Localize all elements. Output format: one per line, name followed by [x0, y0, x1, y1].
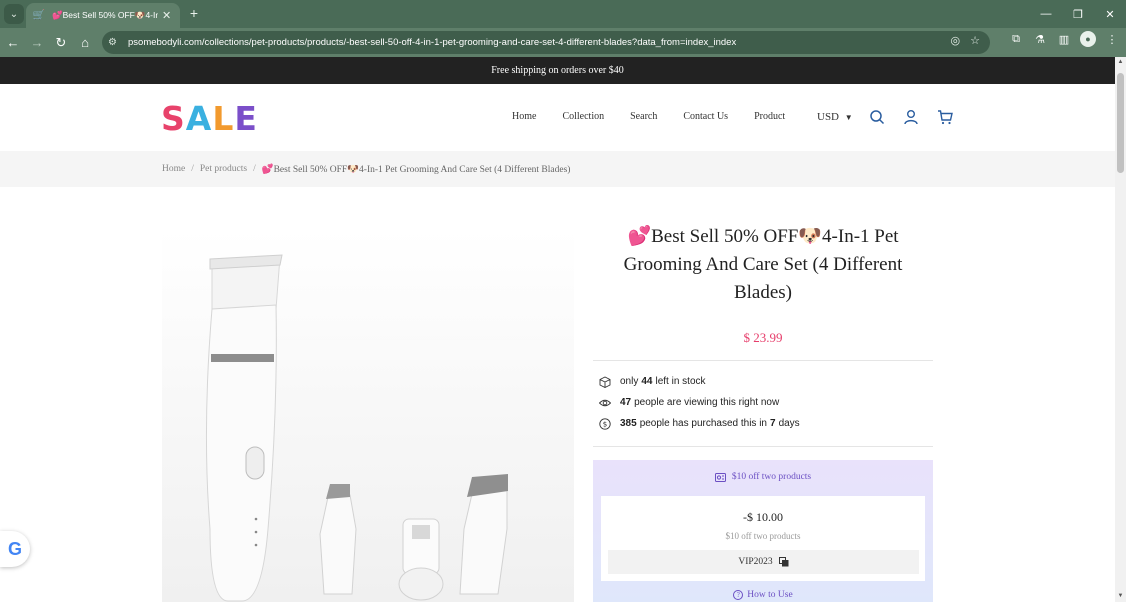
- home-icon[interactable]: ⌂: [74, 32, 96, 54]
- coupon-description: $10 off two products: [725, 531, 801, 541]
- eye-icon: [599, 399, 611, 406]
- purchased-suffix: days: [778, 418, 800, 429]
- help-circle-icon: ?: [733, 590, 744, 600]
- purchased-row: $ 385 people has purchased this in 7 day…: [599, 413, 927, 434]
- site-logo[interactable]: SALE: [161, 99, 258, 138]
- stock-suffix: left in stock: [655, 376, 706, 387]
- url-text[interactable]: psomebodyli.com/collections/pet-products…: [128, 37, 736, 48]
- caret-down-icon: ▼: [844, 113, 853, 122]
- stock-prefix: only: [620, 376, 639, 387]
- side-panel-icon[interactable]: ▥: [1056, 33, 1072, 46]
- box-icon: [599, 375, 611, 388]
- stock-info: only 44 left in stock 47 people are view…: [593, 361, 933, 440]
- minimize-icon[interactable]: —: [1030, 0, 1062, 28]
- ticket-icon: [714, 472, 726, 482]
- forward-icon[interactable]: →: [26, 32, 48, 54]
- cart-favicon-icon: 🛒: [32, 10, 46, 21]
- currency-selector[interactable]: USD ▼: [817, 111, 853, 123]
- logo-letter: S: [161, 99, 186, 138]
- reload-icon[interactable]: ↻: [50, 32, 72, 54]
- page-viewport: Free shipping on orders over $40 SALE Ho…: [0, 57, 1115, 602]
- extensions-icon[interactable]: ⧉: [1008, 33, 1024, 46]
- profile-avatar-icon[interactable]: ●: [1080, 31, 1096, 47]
- breadcrumb-home[interactable]: Home: [162, 164, 185, 174]
- announcement-bar: Free shipping on orders over $40: [0, 57, 1115, 84]
- header-icons: [869, 109, 953, 125]
- nav-home[interactable]: Home: [512, 111, 536, 122]
- coupon-amount: -$ 10.00: [743, 510, 783, 524]
- cart-icon[interactable]: [937, 109, 953, 125]
- bookmark-star-icon[interactable]: ☆: [970, 34, 980, 47]
- menu-icon[interactable]: ⋮: [1104, 33, 1120, 46]
- grooming-set-illustration: [205, 254, 508, 602]
- product-image[interactable]: [162, 229, 574, 602]
- page-scrollbar[interactable]: ▲ ▼: [1115, 57, 1126, 602]
- product-info: 💕Best Sell 50% OFF🐶4-In-1 Pet Grooming A…: [593, 223, 933, 447]
- new-tab-icon[interactable]: +: [186, 5, 202, 21]
- coupon-header: $10 off two products: [593, 460, 933, 482]
- purchased-middle: people has purchased this in: [639, 418, 767, 429]
- account-icon[interactable]: [903, 109, 919, 125]
- close-icon[interactable]: ✕: [162, 9, 171, 22]
- nav-product[interactable]: Product: [754, 111, 785, 122]
- site-header: SALE Home Collection Search Contact Us P…: [0, 84, 1115, 151]
- tab-list-icon[interactable]: ⌄: [4, 4, 24, 24]
- nav-collection[interactable]: Collection: [562, 111, 604, 122]
- eye-off-icon[interactable]: ◎: [951, 34, 961, 47]
- svg-text:$: $: [603, 420, 607, 428]
- coupon-code: VIP2023: [738, 557, 773, 567]
- logo-letter: E: [234, 99, 258, 138]
- browser-tab-bar: ⌄ 🛒 💕Best Sell 50% OFF🐶4-In-1 ✕ + — ❐ ✕: [0, 0, 1126, 28]
- site-info-icon[interactable]: ⚙: [108, 37, 126, 48]
- scrollbar-thumb[interactable]: [1117, 73, 1124, 173]
- how-to-use-link[interactable]: ? How to Use: [593, 590, 933, 600]
- tab-title: 💕Best Sell 50% OFF🐶4-In-1: [52, 10, 158, 20]
- coupon-card: -$ 10.00 $10 off two products VIP2023: [601, 496, 925, 581]
- google-translate-icon[interactable]: G: [0, 531, 30, 567]
- stock-row: only 44 left in stock: [599, 371, 927, 392]
- dollar-circle-icon: $: [599, 417, 611, 430]
- breadcrumb-separator: /: [253, 164, 256, 174]
- stock-count: 44: [641, 376, 653, 387]
- window-controls: — ❐ ✕: [1030, 0, 1126, 28]
- lab-icon[interactable]: ⚗: [1032, 33, 1048, 46]
- viewing-suffix: people are viewing this right now: [634, 397, 780, 408]
- restore-icon[interactable]: ❐: [1062, 0, 1094, 28]
- divider: [593, 446, 933, 447]
- toolbar-actions: ⧉ ⚗ ▥ ● ⋮: [1008, 31, 1120, 47]
- coupon-code-box[interactable]: VIP2023: [608, 550, 919, 574]
- product-title: 💕Best Sell 50% OFF🐶4-In-1 Pet Grooming A…: [623, 226, 903, 303]
- viewing-count: 47: [620, 397, 632, 408]
- product-price: $ 23.99: [743, 330, 783, 345]
- breadcrumb-separator: /: [191, 164, 194, 174]
- currency-label: USD: [817, 111, 840, 123]
- search-icon[interactable]: [869, 109, 885, 125]
- copy-icon[interactable]: [778, 557, 789, 567]
- how-to-use-label: How to Use: [747, 590, 793, 600]
- browser-tab[interactable]: 🛒 💕Best Sell 50% OFF🐶4-In-1 ✕: [26, 3, 180, 28]
- window-close-icon[interactable]: ✕: [1094, 0, 1126, 28]
- logo-letter: A: [185, 99, 213, 138]
- main-nav: Home Collection Search Contact Us Produc…: [512, 111, 785, 122]
- coupon-title: $10 off two products: [731, 472, 812, 482]
- browser-toolbar: ← → ↻ ⌂ ⚙ psomebodyli.com/collections/pe…: [0, 28, 1126, 57]
- address-bar[interactable]: ⚙ psomebodyli.com/collections/pet-produc…: [102, 31, 990, 54]
- scroll-down-icon[interactable]: ▼: [1115, 591, 1126, 602]
- coupon-box: $10 off two products -$ 10.00 $10 off tw…: [593, 460, 933, 602]
- back-icon[interactable]: ←: [2, 32, 24, 54]
- logo-letter: L: [212, 99, 235, 138]
- breadcrumb-current: 💕Best Sell 50% OFF🐶4-In-1 Pet Grooming A…: [261, 164, 571, 175]
- breadcrumb: Home / Pet products / 💕Best Sell 50% OFF…: [0, 151, 1115, 187]
- nav-contact-us[interactable]: Contact Us: [683, 111, 728, 122]
- scroll-up-icon[interactable]: ▲: [1115, 57, 1126, 68]
- breadcrumb-category[interactable]: Pet products: [200, 164, 247, 174]
- purchased-days: 7: [770, 418, 776, 429]
- purchased-count: 385: [620, 418, 637, 429]
- nav-search[interactable]: Search: [630, 111, 657, 122]
- viewing-row: 47 people are viewing this right now: [599, 392, 927, 413]
